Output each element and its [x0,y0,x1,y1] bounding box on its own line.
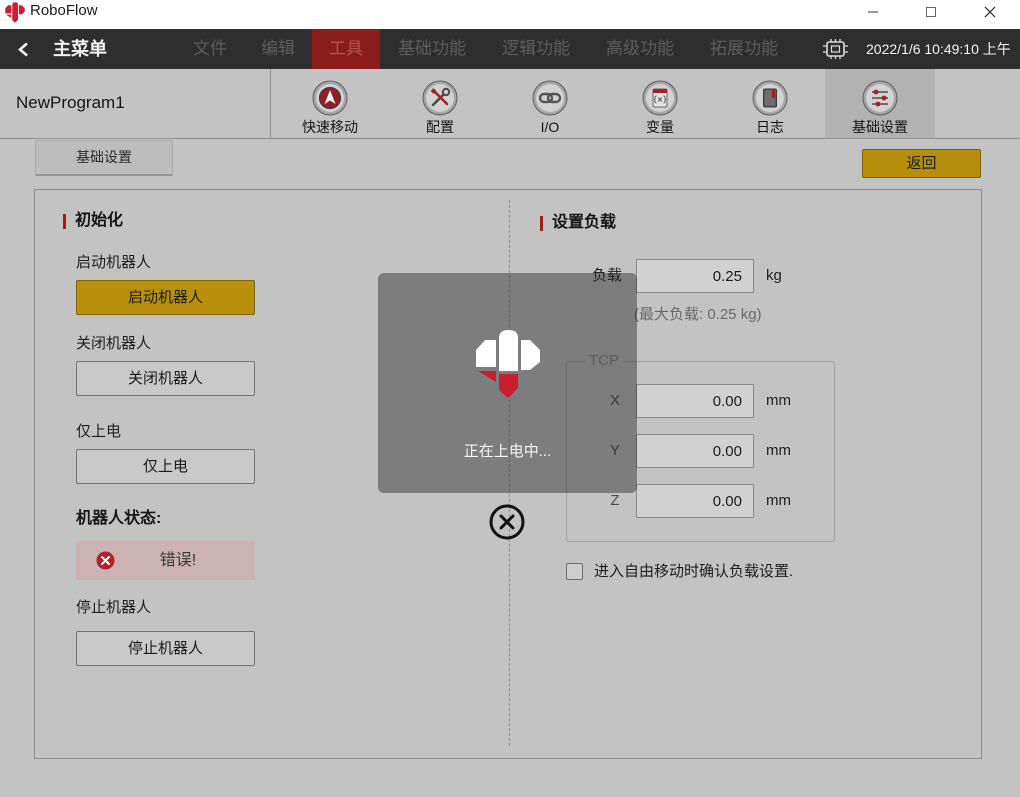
payload-mass-unit: kg [766,267,782,284]
tcp-z-label: Z [610,492,620,509]
toolbar-io[interactable]: I/O [495,69,605,138]
return-button[interactable]: 返回 [862,149,981,178]
shutdown-robot-label: 关闭机器人 [76,335,152,352]
menu-file[interactable]: 文件 [185,29,235,69]
window-title-bar: RoboFlow [0,0,1020,29]
toolbar-variables[interactable]: 变量 [605,69,715,138]
toolbar-label: 配置 [426,119,454,135]
tcp-y-input[interactable] [636,434,754,468]
app-name: RoboFlow [30,2,98,19]
system-datetime: 2022/1/6 10:49:10 上午 [866,41,1011,57]
loading-message: 正在上电中... [463,443,552,460]
toolbar-label: 快速移动 [302,119,358,135]
quick-move-icon [312,80,348,116]
toolbar-quick-move[interactable]: 快速移动 [275,69,385,138]
tcp-x-unit: mm [766,392,791,409]
close-icon [984,6,996,17]
minimize-icon [868,11,878,12]
shutdown-robot-button[interactable]: 关闭机器人 [76,361,255,396]
menu-extension-functions[interactable]: 拓展功能 [704,29,784,69]
main-menu-title: 主菜单 [53,39,107,59]
toolbar-config[interactable]: 配置 [385,69,495,138]
chevron-left-icon [18,42,28,57]
power-on-loading-dialog: 正在上电中... [378,273,637,493]
close-circle-icon[interactable] [489,504,525,540]
start-robot-button[interactable]: 启动机器人 [76,280,255,315]
max-payload-note: (最大负载: 0.25 kg) [634,306,762,323]
main-nav-bar: 主菜单 文件 编辑 工具 基础功能 逻辑功能 高级功能 拓展功能 2022/1/… [0,29,1020,69]
menu-basic-functions[interactable]: 基础功能 [392,29,472,69]
toolbar-basic-settings[interactable]: 基础设置 [825,69,935,138]
log-book-icon [752,80,788,116]
tab-basic-settings[interactable]: 基础设置 [35,140,173,176]
robot-status-label: 机器人状态: [76,510,162,527]
toolbar-label: 变量 [646,119,674,135]
tcp-z-input[interactable] [636,484,754,518]
toolbar-divider [270,69,271,138]
robot-status-badge: 错误! [76,541,255,580]
section-marker [540,216,543,231]
tcp-x-input[interactable] [636,384,754,418]
roboflow-logo-icon [5,2,25,23]
maximize-icon [926,6,936,17]
power-only-button[interactable]: 仅上电 [76,449,255,484]
menu-edit[interactable]: 编辑 [253,29,303,69]
payload-heading: 设置负载 [552,214,617,231]
confirm-payload-checkbox[interactable] [566,563,583,580]
power-only-label: 仅上电 [76,423,122,440]
config-tools-icon [422,80,458,116]
variable-icon [642,80,678,116]
toolbar-label: I/O [540,119,560,135]
section-marker [63,214,66,229]
init-heading: 初始化 [75,212,124,229]
program-name: NewProgram1 [16,93,125,112]
minimize-button[interactable] [844,0,902,23]
menu-advanced-functions[interactable]: 高级功能 [600,29,680,69]
payload-mass-input[interactable] [636,259,754,293]
error-icon [96,551,115,570]
tcp-y-unit: mm [766,442,791,459]
stop-robot-button[interactable]: 停止机器人 [76,631,255,666]
tcp-z-unit: mm [766,492,791,509]
io-link-icon [532,80,568,116]
back-to-main-menu-button[interactable]: 主菜单 [0,29,125,69]
start-robot-label: 启动机器人 [76,254,152,271]
robot-chip-icon[interactable] [822,38,849,60]
toolbar-label: 日志 [756,119,784,135]
settings-sliders-icon [862,80,898,116]
app-window: RoboFlow 主菜单 文件 编辑 工具 基础功能 逻辑功能 高级功能 拓展功… [0,0,1020,797]
menu-logic-functions[interactable]: 逻辑功能 [496,29,576,69]
robot-status-value: 错误! [159,552,197,569]
toolbar-log[interactable]: 日志 [715,69,825,138]
confirm-payload-label[interactable]: 进入自由移动时确认负载设置. [594,563,793,581]
stop-robot-label: 停止机器人 [76,599,152,616]
close-window-button[interactable] [961,0,1019,23]
toolbar-label: 基础设置 [852,119,908,135]
maximize-button[interactable] [902,0,960,23]
tools-toolbar: NewProgram1 快速移动 配置 I/O 变量 日志 基础设置 [0,69,1020,139]
roboflow-logo-icon [476,330,540,398]
menu-tools[interactable]: 工具 [312,29,380,69]
